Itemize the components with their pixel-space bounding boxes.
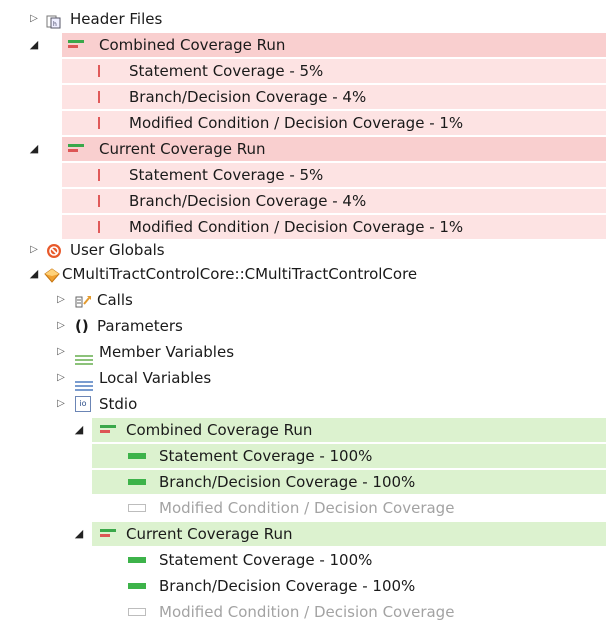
- expand-arrow-icon[interactable]: ▷: [55, 392, 67, 416]
- uncovered-bar-icon: [98, 169, 100, 181]
- covered-bar-icon: [128, 479, 146, 485]
- tree-node-combined-run-green-content: ◢ Combined Coverage Run: [0, 418, 606, 442]
- tree-node-label: Calls: [97, 291, 133, 309]
- tree-node-calls[interactable]: ▷ Calls: [0, 288, 606, 312]
- expand-arrow-icon[interactable]: ▷: [55, 288, 67, 312]
- tree-node-local-variables[interactable]: ▷ Local Variables: [0, 366, 606, 391]
- coverage-item-label: Statement Coverage - 100%: [159, 447, 373, 465]
- coverage-item-label: Statement Coverage - 5%: [129, 166, 324, 184]
- coverage-item-label: Modified Condition / Decision Coverage: [159, 499, 455, 517]
- collapse-arrow-icon[interactable]: ◢: [28, 137, 40, 161]
- tree-node-user-globals[interactable]: ▷ User Globals: [0, 238, 606, 262]
- tree-node-label: Header Files: [70, 10, 163, 28]
- uncovered-bar-icon: [98, 91, 100, 103]
- header-files-icon: h: [46, 12, 62, 29]
- coverage-item-row[interactable]: Branch/Decision Coverage - 4%: [62, 189, 606, 213]
- tree-node-label: Local Variables: [99, 369, 212, 387]
- coverage-item-label: Branch/Decision Coverage - 100%: [159, 577, 416, 595]
- tree-node-parameters[interactable]: ▷ () Parameters: [0, 314, 606, 338]
- tree-node-member-variables[interactable]: ▷ Member Variables: [0, 340, 606, 365]
- coverage-run-icon: [100, 529, 116, 539]
- coverage-item-row[interactable]: Statement Coverage - 5%: [62, 59, 606, 83]
- collapse-arrow-icon[interactable]: ◢: [73, 522, 85, 546]
- coverage-run-icon: [100, 425, 116, 435]
- expand-arrow-icon[interactable]: ▷: [55, 314, 67, 338]
- tree-node-label: Stdio: [99, 395, 138, 413]
- empty-bar-icon: [128, 608, 146, 616]
- calls-icon: [75, 293, 91, 308]
- coverage-item-label: Branch/Decision Coverage - 4%: [129, 88, 367, 106]
- coverage-item-label: Modified Condition / Decision Coverage: [159, 603, 455, 621]
- uncovered-bar-icon: [98, 221, 100, 233]
- coverage-item-row[interactable]: Modified Condition / Decision Coverage: [92, 496, 606, 520]
- user-globals-icon: [46, 243, 62, 258]
- tree-node-stdio[interactable]: ▷ io Stdio: [0, 392, 606, 416]
- tree-node-label: Combined Coverage Run: [126, 421, 313, 439]
- coverage-item-label: Modified Condition / Decision Coverage -…: [129, 218, 464, 236]
- coverage-run-icon: [68, 144, 84, 154]
- coverage-item-label: Branch/Decision Coverage - 100%: [159, 473, 416, 491]
- tree-node-combined-run-content: ◢ Combined Coverage Run: [0, 33, 606, 57]
- coverage-item-label: Statement Coverage - 5%: [129, 62, 324, 80]
- tree-node-label: User Globals: [70, 241, 165, 259]
- tree-node-label: Member Variables: [99, 343, 235, 361]
- coverage-item-label: Modified Condition / Decision Coverage -…: [129, 114, 464, 132]
- tree-node-label: Parameters: [97, 317, 183, 335]
- uncovered-bar-icon: [98, 65, 100, 77]
- collapse-arrow-icon[interactable]: ◢: [73, 418, 85, 442]
- uncovered-bar-icon: [98, 195, 100, 207]
- tree-node-label: Combined Coverage Run: [99, 36, 286, 54]
- collapse-arrow-icon[interactable]: ◢: [28, 33, 40, 57]
- covered-bar-icon: [128, 557, 146, 563]
- coverage-item-label: Statement Coverage - 100%: [159, 551, 373, 569]
- expand-arrow-icon[interactable]: ▷: [28, 238, 40, 262]
- stdio-icon: io: [75, 396, 91, 412]
- covered-bar-icon: [128, 583, 146, 589]
- tree-node-current-run-green-content: ◢ Current Coverage Run: [0, 522, 606, 546]
- tree-node-current-run-content: ◢ Current Coverage Run: [0, 137, 606, 161]
- function-icon: [44, 267, 60, 283]
- member-variables-icon: [75, 348, 93, 365]
- coverage-item-label: Branch/Decision Coverage - 4%: [129, 192, 367, 210]
- coverage-item-row[interactable]: Statement Coverage - 100%: [92, 548, 606, 572]
- parameters-icon: (): [75, 317, 89, 335]
- coverage-item-row[interactable]: Branch/Decision Coverage - 100%: [92, 470, 606, 494]
- tree-node-label: CMultiTractControlCore::CMultiTractContr…: [62, 265, 418, 283]
- uncovered-bar-icon: [98, 117, 100, 129]
- svg-text:h: h: [53, 21, 57, 28]
- tree-node-function[interactable]: ◢ CMultiTractControlCore::CMultiTractCon…: [0, 262, 606, 286]
- expand-arrow-icon[interactable]: ▷: [28, 7, 40, 31]
- coverage-item-row[interactable]: Modified Condition / Decision Coverage -…: [62, 111, 606, 135]
- coverage-item-row[interactable]: Statement Coverage - 100%: [92, 444, 606, 468]
- covered-bar-icon: [128, 453, 146, 459]
- coverage-item-row[interactable]: Modified Condition / Decision Coverage: [92, 600, 606, 624]
- collapse-arrow-icon[interactable]: ◢: [28, 262, 40, 286]
- coverage-run-icon: [68, 40, 84, 50]
- tree-node-header-files[interactable]: ▷ h Header Files: [0, 7, 606, 31]
- coverage-tree: ▷ h Header Files ◢ Combined Coverage Run…: [0, 0, 606, 621]
- tree-node-label: Current Coverage Run: [99, 140, 266, 158]
- empty-bar-icon: [128, 504, 146, 512]
- tree-node-label: Current Coverage Run: [126, 525, 293, 543]
- expand-arrow-icon[interactable]: ▷: [55, 340, 67, 364]
- expand-arrow-icon[interactable]: ▷: [55, 366, 67, 390]
- coverage-item-row[interactable]: Branch/Decision Coverage - 4%: [62, 85, 606, 109]
- coverage-item-row[interactable]: Branch/Decision Coverage - 100%: [92, 574, 606, 598]
- coverage-item-row[interactable]: Modified Condition / Decision Coverage -…: [62, 215, 606, 239]
- local-variables-icon: [75, 374, 93, 391]
- coverage-item-row[interactable]: Statement Coverage - 5%: [62, 163, 606, 187]
